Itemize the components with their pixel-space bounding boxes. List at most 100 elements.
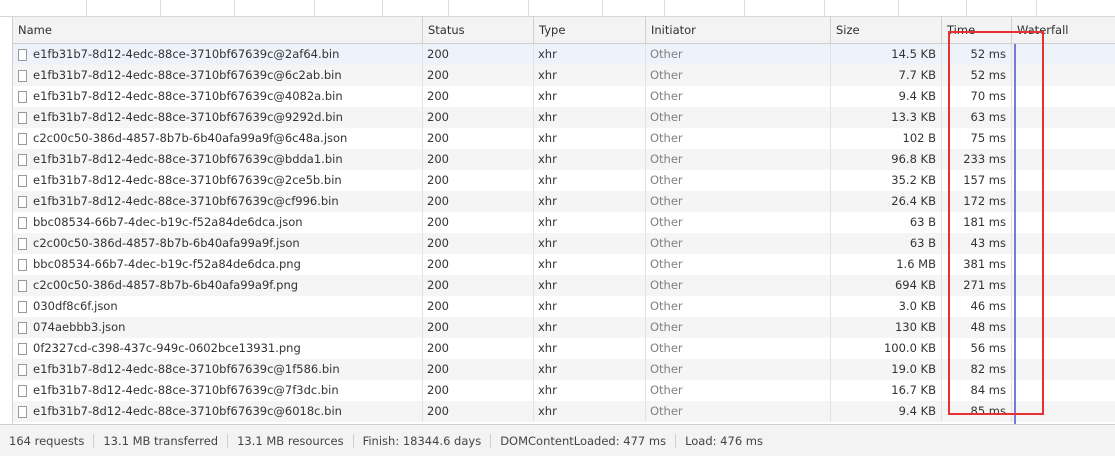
filter-strip-divider	[160, 0, 161, 16]
cell-initiator-text: Other	[650, 68, 683, 82]
file-icon	[18, 49, 27, 61]
cell-size: 63 B	[830, 233, 941, 254]
cell-initiator-text: Other	[650, 131, 683, 145]
cell-name: e1fb31b7-8d12-4edc-88ce-3710bf67639c@929…	[13, 107, 422, 128]
cell-initiator-text: Other	[650, 89, 683, 103]
cell-size: 16.7 KB	[830, 380, 941, 401]
cell-initiator: Other	[645, 233, 830, 254]
cell-status: 200	[422, 65, 533, 86]
cell-initiator-text: Other	[650, 299, 683, 313]
filter-strip-divider	[448, 0, 449, 16]
cell-size-text: 19.0 KB	[891, 362, 936, 376]
cell-size: 7.7 KB	[830, 65, 941, 86]
cell-status-text: 200	[427, 362, 449, 376]
cell-size: 100.0 KB	[830, 338, 941, 359]
cell-name: 030df8c6f.json	[13, 296, 422, 317]
cell-initiator: Other	[645, 380, 830, 401]
cell-size: 26.4 KB	[830, 191, 941, 212]
file-icon	[18, 154, 27, 166]
cell-initiator: Other	[645, 296, 830, 317]
cell-type: xhr	[533, 44, 645, 65]
cell-type: xhr	[533, 86, 645, 107]
column-header-type[interactable]: Type	[533, 17, 645, 43]
cell-status-text: 200	[427, 257, 449, 271]
cell-type-text: xhr	[538, 110, 557, 124]
file-icon	[18, 406, 27, 418]
cell-size: 14.5 KB	[830, 44, 941, 65]
cell-size: 9.4 KB	[830, 86, 941, 107]
cell-initiator-text: Other	[650, 362, 683, 376]
file-icon	[18, 280, 27, 292]
cell-status: 200	[422, 86, 533, 107]
cell-size-text: 16.7 KB	[891, 383, 936, 397]
cell-type-text: xhr	[538, 362, 557, 376]
file-icon	[18, 70, 27, 82]
cell-type: xhr	[533, 191, 645, 212]
request-count: 164 requests	[0, 433, 95, 448]
cell-name-text: e1fb31b7-8d12-4edc-88ce-3710bf67639c@cf9…	[33, 194, 339, 208]
column-header-status[interactable]: Status	[422, 17, 533, 43]
cell-status-text: 200	[427, 89, 449, 103]
cell-status: 200	[422, 128, 533, 149]
cell-size-text: 100.0 KB	[883, 341, 936, 355]
cell-name: e1fb31b7-8d12-4edc-88ce-3710bf67639c@7f3…	[13, 380, 422, 401]
cell-type-text: xhr	[538, 320, 557, 334]
filter-strip	[0, 0, 1115, 17]
cell-name: c2c00c50-386d-4857-8b7b-6b40afa99a9f.png	[13, 275, 422, 296]
filter-strip-divider	[234, 0, 235, 16]
cell-type: xhr	[533, 380, 645, 401]
filter-strip-divider	[1036, 0, 1037, 16]
cell-name-text: e1fb31b7-8d12-4edc-88ce-3710bf67639c@6c2…	[33, 68, 342, 82]
cell-status: 200	[422, 191, 533, 212]
cell-size-text: 63 B	[909, 215, 936, 229]
column-header-name[interactable]: Name	[13, 17, 422, 43]
file-icon	[18, 385, 27, 397]
finish-time: Finish: 18344.6 days	[354, 433, 492, 448]
cell-initiator-text: Other	[650, 236, 683, 250]
file-icon	[18, 175, 27, 187]
cell-type: xhr	[533, 107, 645, 128]
cell-type-text: xhr	[538, 173, 557, 187]
cell-status-text: 200	[427, 236, 449, 250]
cell-name-text: bbc08534-66b7-4dec-b19c-f52a84de6dca.jso…	[33, 215, 303, 229]
cell-name: e1fb31b7-8d12-4edc-88ce-3710bf67639c@408…	[13, 86, 422, 107]
cell-name-text: 030df8c6f.json	[33, 299, 118, 313]
cell-type: xhr	[533, 296, 645, 317]
cell-initiator: Other	[645, 359, 830, 380]
cell-initiator: Other	[645, 86, 830, 107]
cell-size: 35.2 KB	[830, 170, 941, 191]
cell-status: 200	[422, 170, 533, 191]
cell-initiator-text: Other	[650, 173, 683, 187]
cell-initiator: Other	[645, 107, 830, 128]
cell-name-text: e1fb31b7-8d12-4edc-88ce-3710bf67639c@1f5…	[33, 362, 340, 376]
status-bar: 164 requests 13.1 MB transferred 13.1 MB r…	[0, 424, 1115, 456]
file-icon	[18, 217, 27, 229]
cell-type-text: xhr	[538, 257, 557, 271]
file-icon	[18, 322, 27, 334]
cell-name-text: e1fb31b7-8d12-4edc-88ce-3710bf67639c@7f3…	[33, 383, 339, 397]
cell-name: c2c00c50-386d-4857-8b7b-6b40afa99a9f.jso…	[13, 233, 422, 254]
cell-size: 13.3 KB	[830, 107, 941, 128]
resources-size: 13.1 MB resources	[228, 433, 354, 448]
cell-initiator: Other	[645, 275, 830, 296]
cell-initiator-text: Other	[650, 110, 683, 124]
cell-name: c2c00c50-386d-4857-8b7b-6b40afa99a9f@6c4…	[13, 128, 422, 149]
cell-name-text: e1fb31b7-8d12-4edc-88ce-3710bf67639c@408…	[33, 89, 343, 103]
cell-size: 694 KB	[830, 275, 941, 296]
column-header-initiator[interactable]: Initiator	[645, 17, 830, 43]
time-column-highlight-box	[948, 31, 1044, 415]
column-header-size[interactable]: Size	[830, 17, 941, 43]
filter-strip-divider	[744, 0, 745, 16]
cell-type: xhr	[533, 170, 645, 191]
cell-size-text: 7.7 KB	[898, 68, 936, 82]
cell-size-text: 26.4 KB	[891, 194, 936, 208]
file-icon	[18, 91, 27, 103]
cell-status-text: 200	[427, 404, 449, 418]
cell-initiator: Other	[645, 170, 830, 191]
cell-type: xhr	[533, 338, 645, 359]
filter-strip-divider	[602, 0, 603, 16]
cell-status-text: 200	[427, 194, 449, 208]
cell-status: 200	[422, 338, 533, 359]
cell-name-text: e1fb31b7-8d12-4edc-88ce-3710bf67639c@2af…	[33, 47, 340, 61]
file-icon	[18, 343, 27, 355]
